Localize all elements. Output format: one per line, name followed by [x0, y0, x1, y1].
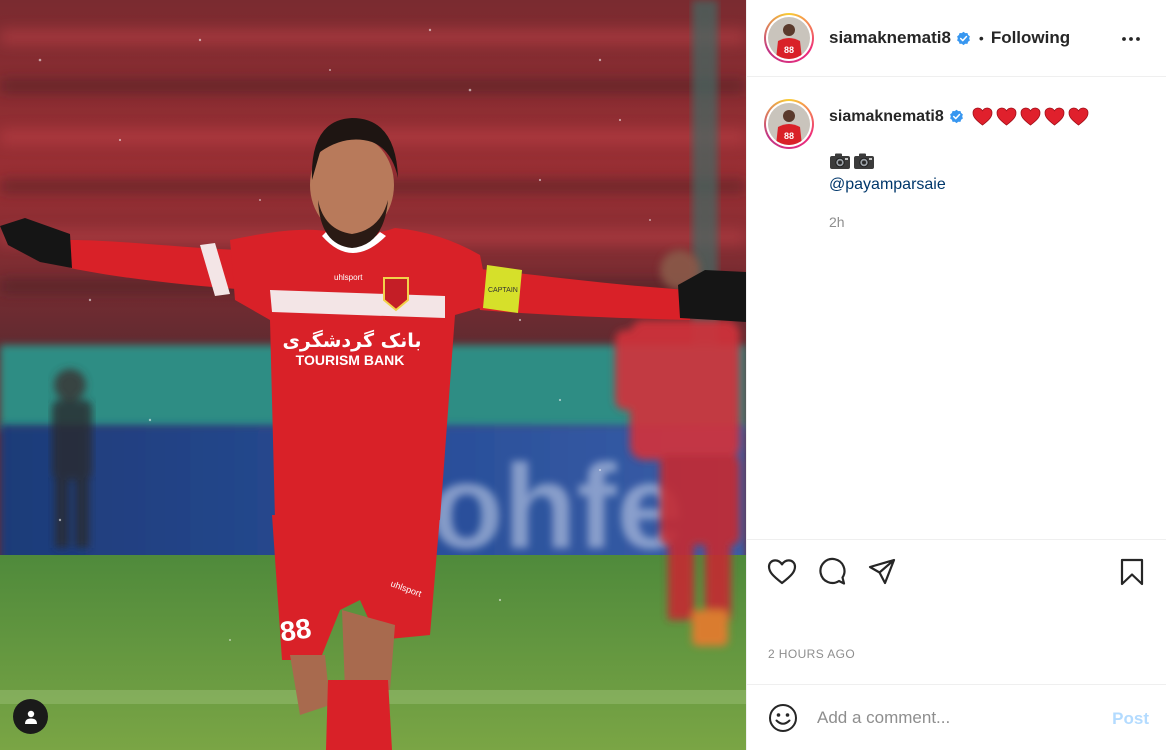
- header-separator: •: [978, 30, 984, 46]
- avatar-image: 88: [768, 17, 810, 59]
- action-bar: [747, 539, 1166, 601]
- sponsor-persian-text: بانک گردشگری: [282, 329, 421, 352]
- heart-icon[interactable]: [767, 557, 797, 587]
- following-button[interactable]: Following: [991, 28, 1070, 48]
- red-heart-emoji-icon: [972, 107, 993, 126]
- verified-badge-icon: [957, 31, 970, 45]
- caption-hearts: [972, 107, 1089, 126]
- red-heart-emoji-icon: [996, 107, 1017, 126]
- captain-band-text: CAPTAIN: [488, 287, 518, 294]
- sponsor-english-text: TOURISM BANK: [296, 352, 405, 368]
- smiley-icon[interactable]: [767, 702, 799, 734]
- post-header: 88 siamaknemati8 • Following: [747, 0, 1166, 77]
- camera-emoji-icon: [830, 153, 850, 169]
- football-player-photo: ohfe CAPTAIN بانک گردشگری TOURISM BANK u…: [0, 0, 746, 750]
- person-icon: [24, 710, 37, 724]
- post-sidebar: 88 siamaknemati8 • Following 88 siamakne…: [746, 0, 1166, 750]
- post-timestamp[interactable]: 2 HOURS AGO: [768, 647, 855, 661]
- paper-plane-icon[interactable]: [867, 557, 897, 587]
- comment-icon[interactable]: [817, 557, 847, 587]
- bookmark-icon[interactable]: [1117, 557, 1147, 587]
- more-horizontal-icon[interactable]: [1119, 27, 1143, 51]
- maker-logo-text: uhlsport: [334, 273, 363, 282]
- camera-emoji-icon: [854, 153, 874, 169]
- caption-relative-time[interactable]: 2h: [829, 214, 1089, 230]
- caption-section: 88 siamaknemati8 @payamparsaie 2h: [764, 99, 1154, 230]
- red-heart-emoji-icon: [1044, 107, 1065, 126]
- comment-bar: Post: [747, 684, 1166, 750]
- red-heart-emoji-icon: [1068, 107, 1089, 126]
- caption-author-avatar[interactable]: 88: [764, 99, 814, 149]
- ad-board-text: ohfe: [430, 440, 683, 574]
- caption-cameras: [829, 152, 1089, 170]
- comment-input[interactable]: [817, 707, 1097, 728]
- red-heart-emoji-icon: [1020, 107, 1041, 126]
- avatar-image: 88: [768, 103, 810, 145]
- verified-badge-icon: [949, 109, 963, 124]
- author-avatar[interactable]: 88: [764, 13, 814, 63]
- shorts-number-text: 88: [278, 612, 313, 647]
- avatar-jersey-number: 88: [784, 131, 794, 141]
- post-photo[interactable]: ohfe CAPTAIN بانک گردشگری TOURISM BANK u…: [0, 0, 746, 750]
- caption-username[interactable]: siamaknemati8: [829, 108, 944, 126]
- author-username[interactable]: siamaknemati8: [829, 28, 951, 48]
- post-comment-button[interactable]: Post: [1112, 709, 1149, 729]
- caption-mention-link[interactable]: @payamparsaie: [829, 176, 1089, 194]
- avatar-jersey-number: 88: [784, 45, 794, 55]
- tagged-people-button[interactable]: [13, 699, 48, 734]
